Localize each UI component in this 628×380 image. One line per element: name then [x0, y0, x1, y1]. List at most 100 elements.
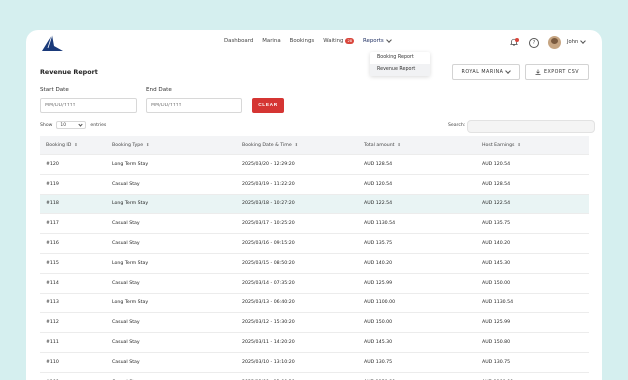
user-menu[interactable]: John	[567, 38, 587, 45]
search-input[interactable]	[467, 120, 595, 133]
marina-selector[interactable]: ROYAL MARINA	[452, 64, 520, 80]
table-row[interactable]: #116 Casual Stay 2025/03/16 - 09:15:20 AUD …	[40, 234, 589, 254]
chevron-down-icon	[580, 38, 587, 44]
cell-host-earnings: AUD 150.80	[482, 340, 511, 346]
column-header-host-earnings[interactable]: Host Earnings ⬍	[482, 142, 589, 148]
cell-booking-type: Long Term Stay	[112, 300, 149, 306]
cell-booking-date: 2025/03/16 - 09:15:20	[242, 241, 295, 247]
cell-total-amount: AUD 122.54	[364, 201, 393, 207]
entries-label: entries	[90, 122, 107, 128]
cell-booking-type: Long Term Stay	[112, 161, 149, 167]
cell-booking-date: 2025/03/20 - 12:29:20	[242, 161, 295, 167]
table-row[interactable]: #117 Casual Stay 2025/03/17 - 10:25:20 AUD …	[40, 214, 589, 235]
column-header-label: Host Earnings	[482, 143, 515, 148]
export-csv-button[interactable]: EXPORT CSV	[525, 64, 589, 80]
chevron-down-icon	[505, 68, 512, 74]
cell-total-amount: AUD 1130.54	[364, 221, 396, 227]
notification-dot	[515, 38, 519, 42]
cell-booking-id: #119	[46, 181, 59, 187]
table-row[interactable]: #118 Long Term Stay 2025/03/18 - 10:27:20 A…	[40, 194, 589, 215]
nav-bookings[interactable]: Bookings	[290, 38, 315, 44]
start-date-label: Start Date	[40, 87, 69, 93]
cell-host-earnings: AUD 130.75	[482, 359, 511, 365]
download-icon	[535, 69, 541, 75]
cell-host-earnings: AUD 150.00	[482, 280, 511, 286]
sort-icon: ⬍	[517, 142, 521, 147]
cell-total-amount: AUD 125.99	[364, 280, 393, 286]
nav-reports[interactable]: Reports	[363, 37, 392, 44]
column-header-booking-date[interactable]: Booking Date & Time ⬍	[242, 142, 364, 148]
cell-booking-date: 2025/03/11 - 14:20:20	[242, 340, 295, 346]
cell-booking-type: Casual Stay	[112, 280, 140, 286]
chevron-down-icon	[78, 121, 84, 127]
help-icon[interactable]: ?	[529, 38, 539, 48]
menu-item-booking-report[interactable]: Booking Report	[370, 52, 430, 64]
table-row[interactable]: #109Casual Stay2025/03/09 - 12:00:20AUD …	[40, 373, 589, 380]
table-row[interactable]: #113 Long Term Stay 2025/03/13 - 06:40:20 A…	[40, 294, 589, 314]
export-csv-label: EXPORT CSV	[543, 69, 580, 75]
end-date-label: End Date	[146, 87, 172, 93]
cell-booking-id: #114	[46, 280, 59, 286]
cell-booking-type: Casual Stay	[112, 221, 140, 227]
nav-waiting-label: Waiting	[323, 38, 344, 44]
table-body: #120 Long Term Stay 2025/03/20 - 12:29:20 A…	[40, 155, 589, 380]
show-label: Show	[40, 122, 53, 128]
cell-booking-date: 2025/03/13 - 06:40:20	[242, 300, 295, 306]
column-header-label: Total amount	[364, 143, 395, 148]
top-header: Dashboard Marina Bookings Waiting 28 Rep…	[26, 30, 602, 58]
cell-booking-date: 2025/03/14 - 07:35:20	[242, 280, 295, 286]
cell-total-amount: AUD 1100.00	[364, 300, 396, 306]
cell-host-earnings: AUD 120.54	[482, 161, 511, 167]
table-row[interactable]: #110 Casual Stay 2025/03/10 - 13:10:20 AUD …	[40, 353, 589, 373]
cell-booking-id: #113	[46, 300, 59, 306]
cell-booking-date: 2025/03/12 - 15:30:20	[242, 320, 295, 326]
column-header-booking-type[interactable]: Booking Type ⬍	[112, 142, 242, 148]
sort-icon: ⬍	[74, 142, 78, 147]
table-row[interactable]: #115 Long Term Stay 2025/03/15 - 08:50:20 A…	[40, 254, 589, 274]
table-header-row: Booking ID ⬍ Booking Type ⬍ Booking Date &…	[40, 136, 589, 155]
table-row[interactable]: #112 Casual Stay 2025/03/12 - 15:30:20 AUD …	[40, 313, 589, 334]
cell-booking-id: #118	[46, 201, 59, 207]
cell-booking-id: #110	[46, 359, 59, 365]
cell-booking-id: #111	[46, 340, 59, 346]
cell-booking-id: #112	[46, 320, 59, 326]
table-row[interactable]: #111 Casual Stay 2025/03/11 - 14:20:20 AUD …	[40, 333, 589, 353]
cell-booking-date: 2025/03/19 - 11:22:20	[242, 181, 295, 187]
waiting-count-badge: 28	[345, 38, 355, 44]
cell-booking-date: 2025/03/18 - 10:27:20	[242, 201, 295, 207]
nav-waiting[interactable]: Waiting 28	[323, 38, 355, 44]
marina-logo[interactable]	[40, 32, 64, 56]
start-date-input[interactable]	[40, 98, 137, 113]
username: John	[567, 39, 579, 45]
nav-marina[interactable]: Marina	[262, 38, 280, 44]
column-header-total-amount[interactable]: Total amount ⬍	[364, 142, 482, 148]
avatar[interactable]	[548, 36, 561, 49]
cell-total-amount: AUD 120.54	[364, 181, 393, 187]
chevron-down-icon	[385, 37, 392, 43]
page-title: Revenue Report	[40, 68, 98, 76]
menu-item-revenue-report[interactable]: Revenue Report	[370, 64, 430, 76]
clear-button[interactable]: CLEAR	[252, 98, 284, 113]
cell-total-amount: AUD 145.30	[364, 340, 393, 346]
cell-booking-date: 2025/03/15 - 08:50:20	[242, 260, 295, 266]
cell-booking-id: #120	[46, 161, 59, 167]
cell-total-amount: AUD 128.54	[364, 161, 393, 167]
entries-select[interactable]: 10	[56, 121, 87, 129]
cell-host-earnings: AUD 140.20	[482, 241, 511, 247]
entries-control: Show 10 entries	[40, 121, 106, 129]
cell-host-earnings: AUD 1130.54	[482, 300, 514, 306]
app-window: Dashboard Marina Bookings Waiting 28 Rep…	[26, 30, 602, 380]
table-row[interactable]: #120 Long Term Stay 2025/03/20 - 12:29:20 A…	[40, 155, 589, 175]
entries-value: 10	[60, 122, 66, 128]
column-header-booking-id[interactable]: Booking ID ⬍	[40, 142, 112, 148]
sort-icon: ⬍	[146, 142, 150, 147]
end-date-input[interactable]	[146, 98, 242, 113]
cell-host-earnings: AUD 128.54	[482, 181, 511, 187]
cell-booking-date: 2025/03/17 - 10:25:20	[242, 221, 295, 227]
column-header-label: Booking ID	[46, 143, 72, 148]
column-header-label: Booking Date & Time	[242, 143, 292, 148]
nav-dashboard[interactable]: Dashboard	[224, 38, 253, 44]
table-row[interactable]: #119 Casual Stay 2025/03/19 - 11:22:20 AUD …	[40, 175, 589, 195]
table-row[interactable]: #114 Casual Stay 2025/03/14 - 07:35:20 AUD …	[40, 274, 589, 294]
cell-total-amount: AUD 150.00	[364, 320, 393, 326]
